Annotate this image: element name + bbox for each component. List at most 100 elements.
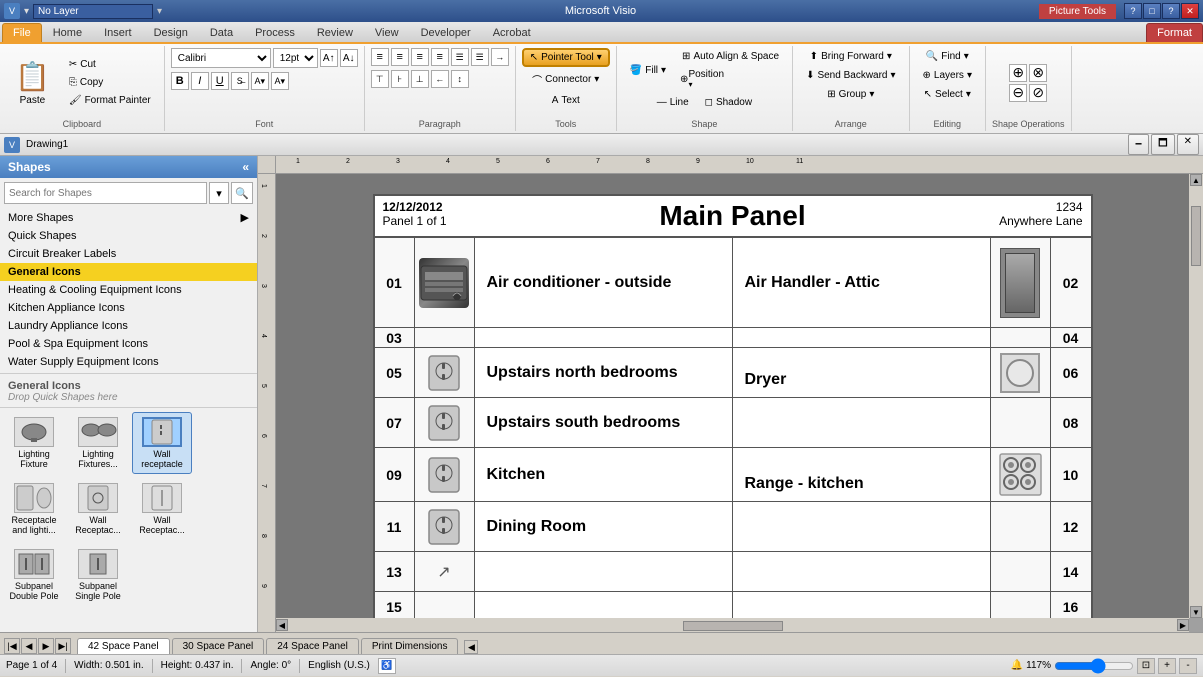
menu-general-icons[interactable]: General Icons [0,263,257,281]
tab-file[interactable]: File [2,23,42,42]
vertical-scrollbar[interactable]: ▲ ▼ [1189,174,1203,618]
menu-heating-cooling[interactable]: Heating & Cooling Equipment Icons [0,281,257,299]
title-dropdown[interactable]: ▾ [24,6,29,17]
shape-wall-receptacle2[interactable]: WallReceptac... [68,478,128,540]
cut-button[interactable]: ✂ Cut [62,56,158,73]
shape-lighting-fixtures[interactable]: LightingFixtures... [68,412,128,474]
fragment-btn[interactable]: ⊘ [1029,84,1047,102]
shape-wall-receptacle[interactable]: Wallreceptacle [132,412,192,474]
strikethrough-btn[interactable]: S̶ [231,72,249,90]
menu-pool-spa[interactable]: Pool & Spa Equipment Icons [0,335,257,353]
send-backward-button[interactable]: ⬇ Send Backward ▾ [799,67,902,84]
tab-print-dimensions[interactable]: Print Dimensions [361,638,459,654]
menu-circuit-breaker[interactable]: Circuit Breaker Labels [0,245,257,263]
layer-dropdown[interactable]: No Layer [33,4,153,19]
layers-button[interactable]: ⊕ Layers ▾ [916,67,979,84]
search-dropdown-btn[interactable]: ▾ [209,182,229,204]
union-btn[interactable]: ⊕ [1009,64,1027,82]
italic-btn[interactable]: I [191,72,209,90]
tab-developer[interactable]: Developer [410,23,482,42]
tab-42-space[interactable]: 42 Space Panel [77,638,170,654]
tab-prev-btn[interactable]: ◀ [21,638,37,654]
bold-btn[interactable]: B [171,72,189,90]
add-page-btn[interactable]: ◀ [464,640,478,654]
shape-subpanel-single[interactable]: SubpanelSingle Pole [68,544,128,606]
menu-water-supply[interactable]: Water Supply Equipment Icons [0,353,257,371]
shape-subpanel-double[interactable]: SubpanelDouble Pole [4,544,64,606]
shape-lighting-fixture[interactable]: LightingFixture [4,412,64,474]
drawing-canvas[interactable]: 12/12/2012 Panel 1 of 1 Main Panel 1234 … [276,174,1189,618]
horizontal-scrollbar[interactable]: ◀ ▶ [276,618,1189,632]
auto-align-button[interactable]: ⊞ Auto Align & Space [675,48,786,65]
decrease-indent-btn[interactable]: ← [431,70,449,88]
collapse-btn[interactable]: « [242,160,249,174]
tab-next-btn[interactable]: ▶ [38,638,54,654]
font-decrease-btn[interactable]: A↓ [340,49,358,67]
copy-button[interactable]: ⎘ Copy [62,74,158,91]
fill-button[interactable]: 🪣 Fill ▾ [623,48,673,92]
bullet-list-btn[interactable]: ☰ [451,48,469,66]
scroll-thumb[interactable] [1191,206,1201,266]
shape-wall-receptacle3[interactable]: WallReceptac... [132,478,192,540]
group-button[interactable]: ⊞ Group ▾ [820,86,881,103]
tab-view[interactable]: View [364,23,410,42]
align-center-btn[interactable]: ≡ [391,48,409,66]
tab-design[interactable]: Design [143,23,199,42]
tab-24-space[interactable]: 24 Space Panel [266,638,359,654]
tab-data[interactable]: Data [199,23,244,42]
find-button[interactable]: 🔍 Find ▾ [919,48,976,65]
pointer-tool-button[interactable]: ↖ Pointer Tool ▾ [522,48,610,67]
window-close-btn[interactable]: ✕ [1177,134,1199,155]
zoom-out-btn[interactable]: - [1179,658,1197,674]
menu-kitchen-appliance[interactable]: Kitchen Appliance Icons [0,299,257,317]
scroll-h-thumb[interactable] [683,621,783,631]
tab-first-btn[interactable]: |◀ [4,638,20,654]
intersect-btn[interactable]: ⊗ [1029,64,1047,82]
tab-last-btn[interactable]: ▶| [55,638,71,654]
select-button[interactable]: ↖ Select ▾ [917,86,978,103]
scroll-up-btn[interactable]: ▲ [1190,174,1202,186]
window-minimize-btn[interactable]: 🗕 [1128,134,1149,155]
valign-top-btn[interactable]: ⊤ [371,70,389,88]
valign-mid-btn[interactable]: ⊦ [391,70,409,88]
font-size-select[interactable]: 12pt. [273,48,318,68]
search-input[interactable] [4,182,207,204]
number-list-btn[interactable]: ☰ [471,48,489,66]
window-maximize-btn[interactable]: 🗖 [1151,134,1175,155]
menu-more-shapes[interactable]: More Shapes ▶ [0,208,257,227]
help-btn[interactable]: ? [1162,3,1180,19]
scroll-down-btn[interactable]: ▼ [1190,606,1202,618]
shadow-button[interactable]: ◻ Shadow [698,94,759,111]
align-left-btn[interactable]: ≡ [371,48,389,66]
scroll-right-btn[interactable]: ▶ [1177,619,1189,631]
align-right-btn[interactable]: ≡ [411,48,429,66]
zoom-in-btn[interactable]: + [1158,658,1176,674]
increase-indent-btn[interactable]: → [491,48,509,66]
shape-receptacle-lighting[interactable]: Receptacleand lighti... [4,478,64,540]
paste-button[interactable]: 📋 Paste [6,55,59,111]
minimize-btn[interactable]: ? [1124,3,1142,19]
scroll-left-btn[interactable]: ◀ [276,619,288,631]
maximize-btn[interactable]: □ [1143,3,1161,19]
tab-30-space[interactable]: 30 Space Panel [172,638,265,654]
tab-review[interactable]: Review [306,23,364,42]
search-btn[interactable]: 🔍 [231,182,253,204]
align-justify-btn[interactable]: ≡ [431,48,449,66]
tab-process[interactable]: Process [244,23,306,42]
underline-btn[interactable]: U [211,72,229,90]
tab-acrobat[interactable]: Acrobat [482,23,542,42]
highlight-btn[interactable]: A▾ [271,72,289,90]
tab-format[interactable]: Format [1146,23,1203,42]
tab-home[interactable]: Home [42,23,93,42]
tab-insert[interactable]: Insert [93,23,143,42]
close-btn[interactable]: ✕ [1181,3,1199,19]
font-color-btn[interactable]: A▾ [251,72,269,90]
line-button[interactable]: — Line [650,94,696,111]
connector-button[interactable]: ⌒ Connector ▾ [525,69,606,90]
format-painter-button[interactable]: 🖌 Format Painter [62,92,158,109]
zoom-fit-btn[interactable]: ⊡ [1137,658,1155,674]
font-family-select[interactable]: Calibri [171,48,271,68]
spacing-btn[interactable]: ↕ [451,70,469,88]
subtract-btn[interactable]: ⊖ [1009,84,1027,102]
bring-forward-button[interactable]: ⬆ Bring Forward ▾ [803,48,899,65]
